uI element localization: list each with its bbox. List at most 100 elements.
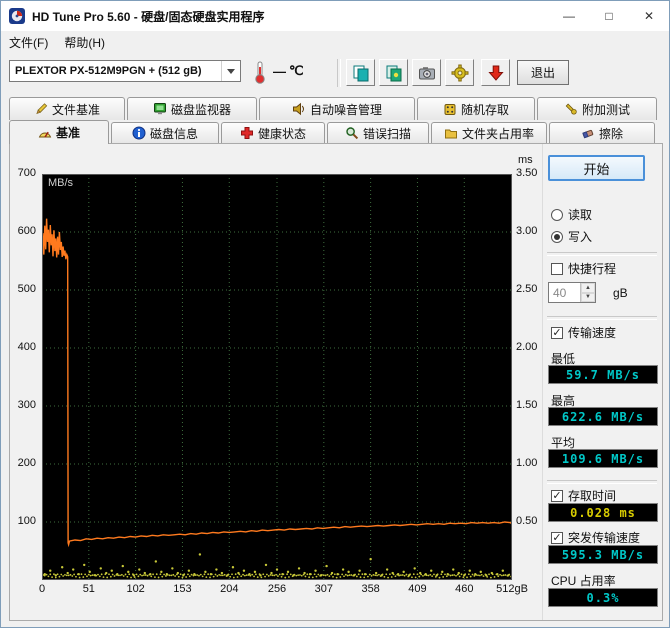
monitor-icon	[153, 103, 166, 115]
copy-icon	[353, 65, 368, 81]
tick-label: 307	[314, 583, 333, 595]
app-window: HD Tune Pro 5.60 - 硬盘/固态硬盘实用程序 — □ ✕ 文件(…	[0, 0, 670, 628]
temperature-value: —	[273, 64, 286, 79]
wrench-icon	[565, 103, 577, 115]
access-time-checkbox[interactable]: ✓ 存取时间	[551, 487, 616, 504]
tab-label: 自动噪音管理	[309, 102, 382, 117]
y-left-unit-label: MB/s	[48, 177, 74, 189]
y-axis-left-labels: 700 600 500 400 300 200 100	[10, 167, 38, 580]
tick-label: 0	[38, 583, 46, 595]
exit-button[interactable]: 退出	[517, 60, 569, 85]
tab-health[interactable]: 健康状态	[221, 122, 325, 143]
tab-disk-info[interactable]: 磁盘信息	[111, 122, 219, 143]
screenshot-button[interactable]	[412, 59, 441, 86]
pencil-icon	[36, 103, 48, 115]
tab-row-primary: 基准 磁盘信息 健康状态 错误扫描 文件夹占用率 擦除	[1, 120, 669, 144]
tab-file-benchmark[interactable]: 文件基准	[9, 97, 125, 120]
tick-label: 2.00	[516, 341, 538, 353]
cpu-usage-label: CPU 占用率	[551, 574, 616, 588]
spin-down-icon[interactable]: ▼	[581, 292, 595, 302]
tick-label: 300	[17, 399, 36, 411]
separator	[547, 252, 657, 256]
checkbox-empty-icon	[551, 262, 563, 275]
menu-bar: 文件(F) 帮助(H)	[1, 31, 669, 53]
write-radio[interactable]: 写入	[551, 228, 592, 245]
tick-label: 200	[17, 457, 36, 469]
chevron-down-icon[interactable]	[221, 61, 240, 81]
tab-benchmark[interactable]: 基准	[9, 120, 109, 144]
avg-value-display: 109.6 MB/s	[548, 449, 658, 468]
tab-erase[interactable]: 擦除	[549, 122, 655, 143]
start-button[interactable]: 开始	[548, 155, 645, 181]
maximize-button[interactable]: □	[589, 1, 629, 31]
tick-label: 204	[220, 583, 239, 595]
spinner[interactable]: ▲ ▼	[580, 283, 595, 302]
red-down-arrow-icon	[487, 65, 504, 81]
short-stroke-value: 40	[553, 285, 567, 300]
access-time-display: 0.028 ms	[548, 503, 658, 522]
benchmark-chart: MB/s ms 700 600 500 400 300 200 100 3.50 3.00 2.…	[10, 144, 542, 620]
tab-row-secondary: 文件基准 磁盘监视器 自动噪音管理 随机存取 附加测试	[1, 97, 669, 120]
radio-dot-icon	[551, 230, 563, 243]
tab-folder-usage[interactable]: 文件夹占用率	[431, 122, 547, 143]
title-bar: HD Tune Pro 5.60 - 硬盘/固态硬盘实用程序 — □ ✕	[1, 1, 669, 31]
short-stroke-checkbox[interactable]: 快捷行程	[551, 260, 616, 277]
camera-icon	[418, 66, 435, 79]
tick-label: 409	[408, 583, 427, 595]
tab-label: 附加测试	[581, 102, 630, 117]
tick-label: 3.00	[516, 225, 538, 237]
folder-icon	[444, 129, 457, 139]
tick-label: 700	[17, 167, 36, 179]
tab-label: 文件夹占用率	[461, 126, 534, 141]
tick-label: 3.50	[516, 167, 538, 179]
red-cross-icon	[240, 127, 253, 139]
copy-text-button[interactable]	[346, 59, 375, 86]
dice-icon	[444, 104, 456, 115]
tab-disk-monitor[interactable]: 磁盘监视器	[127, 97, 257, 120]
tab-random-access[interactable]: 随机存取	[417, 97, 535, 120]
tab-label: 错误扫描	[362, 126, 411, 141]
tick-label: 0.50	[516, 515, 538, 527]
burst-rate-checkbox[interactable]: ✓ 突发传输速度	[551, 529, 640, 546]
menu-file[interactable]: 文件(F)	[1, 31, 56, 54]
tick-label: 358	[361, 583, 380, 595]
read-radio[interactable]: 读取	[551, 206, 592, 223]
eraser-icon	[582, 129, 594, 139]
tick-label: 400	[17, 341, 36, 353]
tab-label: 随机存取	[460, 102, 509, 117]
tab-error-scan[interactable]: 错误扫描	[327, 122, 429, 143]
drive-select[interactable]: PLEXTOR PX-512M9PGN + (512 gB)	[9, 60, 241, 82]
short-stroke-label: 快捷行程	[568, 262, 617, 276]
toolbar-separator	[337, 59, 341, 87]
transfer-speed-checkbox[interactable]: ✓ 传输速度	[551, 324, 616, 341]
close-button[interactable]: ✕	[629, 1, 669, 31]
tick-label: 100	[17, 515, 36, 527]
access-time-label: 存取时间	[568, 489, 617, 503]
y-axis-right-labels: 3.50 3.00 2.50 2.00 1.50 1.00 0.50	[516, 167, 542, 580]
tab-label: 基准	[55, 126, 80, 140]
tab-aam[interactable]: 自动噪音管理	[259, 97, 415, 120]
short-stroke-input[interactable]: 40 ▲ ▼	[548, 282, 596, 303]
tick-label: 1.00	[516, 457, 538, 469]
side-panel: 开始 读取 写入 快捷行程 40 ▲ ▼ gB ✓ 传输速度 最低 59.7 M…	[542, 144, 663, 620]
magnifier-icon	[346, 127, 359, 140]
menu-help[interactable]: 帮助(H)	[56, 31, 113, 54]
window-title: HD Tune Pro 5.60 - 硬盘/固态硬盘实用程序	[32, 9, 265, 24]
tab-label: 文件基准	[51, 102, 100, 117]
y-right-unit-label: ms	[518, 154, 533, 166]
download-button[interactable]	[481, 59, 510, 86]
min-value-display: 59.7 MB/s	[548, 365, 658, 384]
options-button[interactable]	[445, 59, 474, 86]
transfer-speed-label: 传输速度	[568, 326, 617, 340]
tab-label: 磁盘信息	[149, 126, 198, 141]
separator	[547, 480, 657, 484]
spin-up-icon[interactable]: ▲	[581, 283, 595, 293]
tab-extra-tests[interactable]: 附加测试	[537, 97, 657, 120]
app-icon	[9, 8, 25, 24]
copy-image-button[interactable]	[379, 59, 408, 86]
burst-rate-display: 595.3 MB/s	[548, 545, 658, 564]
tick-label: 500	[17, 283, 36, 295]
temperature-unit: ℃	[289, 63, 304, 78]
minimize-button[interactable]: —	[549, 1, 589, 31]
thermometer-icon	[255, 61, 265, 84]
